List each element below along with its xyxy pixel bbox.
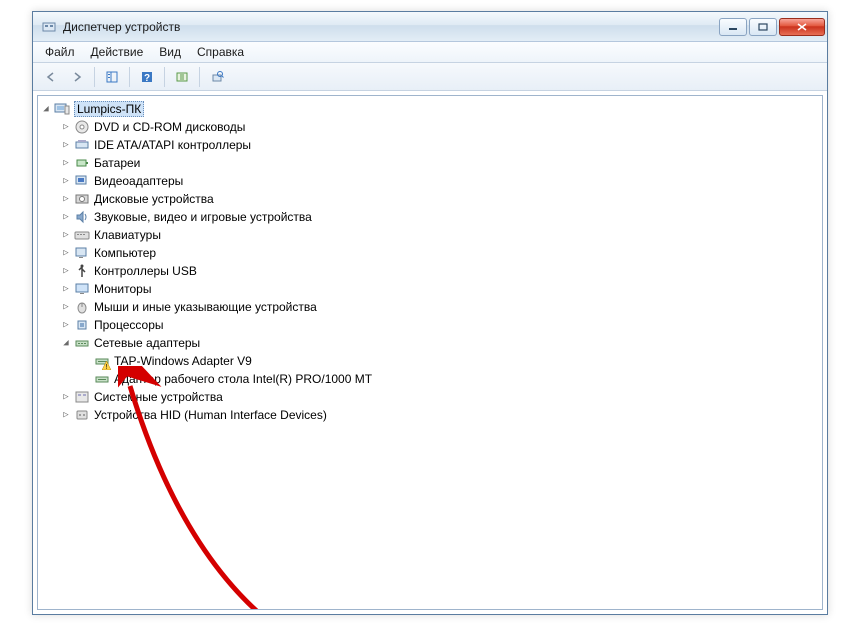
tree-category-label: Мониторы bbox=[94, 282, 151, 296]
tree-category[interactable]: ▷ Видеоадаптеры bbox=[58, 172, 822, 190]
tree-category-label: Сетевые адаптеры bbox=[94, 336, 200, 350]
forward-button[interactable] bbox=[65, 66, 89, 88]
tree-category-label: Компьютер bbox=[94, 246, 156, 260]
network-adapter-icon bbox=[94, 371, 110, 387]
titlebar[interactable]: Диспетчер устройств bbox=[33, 12, 827, 42]
tree-category[interactable]: ▷ Мониторы bbox=[58, 280, 822, 298]
tree-category-label: Мыши и иные указывающие устройства bbox=[94, 300, 317, 314]
tree-category-label: Клавиатуры bbox=[94, 228, 161, 242]
expand-icon[interactable]: ▷ bbox=[60, 409, 72, 421]
expand-icon[interactable]: ▷ bbox=[60, 193, 72, 205]
tree-category[interactable]: ▷ Мыши и иные указывающие устройства bbox=[58, 298, 822, 316]
tree-category-label: Батареи bbox=[94, 156, 140, 170]
minimize-button[interactable] bbox=[719, 18, 747, 36]
svg-text:!: ! bbox=[106, 364, 108, 370]
category-icon bbox=[74, 263, 90, 279]
menubar: Файл Действие Вид Справка bbox=[33, 42, 827, 63]
category-icon bbox=[74, 119, 90, 135]
tree-device[interactable]: ! TAP-Windows Adapter V9 bbox=[78, 352, 822, 370]
tree-device-label: TAP-Windows Adapter V9 bbox=[114, 354, 252, 368]
collapse-icon[interactable]: ◢ bbox=[40, 103, 52, 115]
expand-icon[interactable]: ▷ bbox=[60, 247, 72, 259]
tree-category[interactable]: ▷ Устройства HID (Human Interface Devices… bbox=[58, 406, 822, 424]
category-icon bbox=[74, 191, 90, 207]
expand-icon[interactable]: ▷ bbox=[60, 301, 72, 313]
tree-category[interactable]: ▷ Компьютер bbox=[58, 244, 822, 262]
tree-category[interactable]: ▷ DVD и CD-ROM дисководы bbox=[58, 118, 822, 136]
window-title: Диспетчер устройств bbox=[63, 20, 719, 34]
category-icon bbox=[74, 299, 90, 315]
tree-category[interactable]: ▷ Дисковые устройства bbox=[58, 190, 822, 208]
expand-icon[interactable]: ▷ bbox=[60, 391, 72, 403]
category-icon bbox=[74, 173, 90, 189]
tree-category-label: IDE ATA/ATAPI контроллеры bbox=[94, 138, 251, 152]
network-adapter-icon: ! bbox=[94, 353, 110, 369]
expand-icon[interactable]: ▷ bbox=[60, 283, 72, 295]
computer-icon bbox=[54, 101, 70, 117]
menu-help[interactable]: Справка bbox=[189, 43, 252, 61]
device-manager-window: Диспетчер устройств Файл Действие Вид Сп… bbox=[32, 11, 828, 615]
category-icon bbox=[74, 245, 90, 261]
expand-icon[interactable]: ▷ bbox=[60, 157, 72, 169]
category-icon bbox=[74, 389, 90, 405]
tree-category[interactable]: ▷ Контроллеры USB bbox=[58, 262, 822, 280]
collapse-icon[interactable]: ◢ bbox=[60, 337, 72, 349]
expand-icon[interactable]: ▷ bbox=[60, 211, 72, 223]
tree-category[interactable]: ▷ Клавиатуры bbox=[58, 226, 822, 244]
category-icon bbox=[74, 155, 90, 171]
category-icon bbox=[74, 335, 90, 351]
tree-category[interactable]: ▷ Процессоры bbox=[58, 316, 822, 334]
expand-icon[interactable]: ▷ bbox=[60, 121, 72, 133]
tree-category-label: Звуковые, видео и игровые устройства bbox=[94, 210, 312, 224]
toolbar-separator bbox=[129, 67, 130, 87]
menu-action[interactable]: Действие bbox=[83, 43, 152, 61]
expand-icon[interactable]: ▷ bbox=[60, 265, 72, 277]
svg-text:?: ? bbox=[144, 73, 150, 84]
close-button[interactable] bbox=[779, 18, 825, 36]
tree-category[interactable]: ▷ Звуковые, видео и игровые устройства bbox=[58, 208, 822, 226]
scan-changes-button[interactable] bbox=[205, 66, 229, 88]
help-button[interactable]: ? bbox=[135, 66, 159, 88]
tree-category-label: Дисковые устройства bbox=[94, 192, 214, 206]
tree-category-label: Процессоры bbox=[94, 318, 164, 332]
toolbar-separator bbox=[199, 67, 200, 87]
category-icon bbox=[74, 407, 90, 423]
toolbar: ? bbox=[33, 63, 827, 91]
tree-category-label: Контроллеры USB bbox=[94, 264, 197, 278]
expand-icon[interactable]: ▷ bbox=[60, 139, 72, 151]
back-button[interactable] bbox=[39, 66, 63, 88]
show-hide-tree-button[interactable] bbox=[100, 66, 124, 88]
tree-device-label: Адаптер рабочего стола Intel(R) PRO/1000… bbox=[114, 372, 372, 386]
category-icon bbox=[74, 281, 90, 297]
category-icon bbox=[74, 317, 90, 333]
scan-hardware-button[interactable] bbox=[170, 66, 194, 88]
toolbar-separator bbox=[94, 67, 95, 87]
tree-category-label: Устройства HID (Human Interface Devices) bbox=[94, 408, 327, 422]
tree-category-label: Видеоадаптеры bbox=[94, 174, 183, 188]
menu-file[interactable]: Файл bbox=[37, 43, 83, 61]
tree-root[interactable]: ◢ Lumpics-ПК ▷ DVD и CD-ROM дисководы ▷ IDE… bbox=[38, 100, 822, 424]
device-tree-panel[interactable]: ◢ Lumpics-ПК ▷ DVD и CD-ROM дисководы ▷ IDE… bbox=[37, 95, 823, 610]
tree-category-label: DVD и CD-ROM дисководы bbox=[94, 120, 245, 134]
expand-icon[interactable]: ▷ bbox=[60, 319, 72, 331]
tree-device[interactable]: Адаптер рабочего стола Intel(R) PRO/1000… bbox=[78, 370, 822, 388]
toolbar-separator bbox=[164, 67, 165, 87]
tree-root-label: Lumpics-ПК bbox=[74, 101, 144, 117]
tree-category[interactable]: ◢ Сетевые адаптеры! TAP-Windows Adapter V9… bbox=[58, 334, 822, 388]
tree-category[interactable]: ▷ Батареи bbox=[58, 154, 822, 172]
category-icon bbox=[74, 137, 90, 153]
category-icon bbox=[74, 227, 90, 243]
tree-category-label: Системные устройства bbox=[94, 390, 223, 404]
app-icon bbox=[41, 19, 57, 35]
tree-category[interactable]: ▷ Системные устройства bbox=[58, 388, 822, 406]
maximize-button[interactable] bbox=[749, 18, 777, 36]
expand-icon[interactable]: ▷ bbox=[60, 229, 72, 241]
tree-category[interactable]: ▷ IDE ATA/ATAPI контроллеры bbox=[58, 136, 822, 154]
expand-icon[interactable]: ▷ bbox=[60, 175, 72, 187]
menu-view[interactable]: Вид bbox=[151, 43, 189, 61]
category-icon bbox=[74, 209, 90, 225]
